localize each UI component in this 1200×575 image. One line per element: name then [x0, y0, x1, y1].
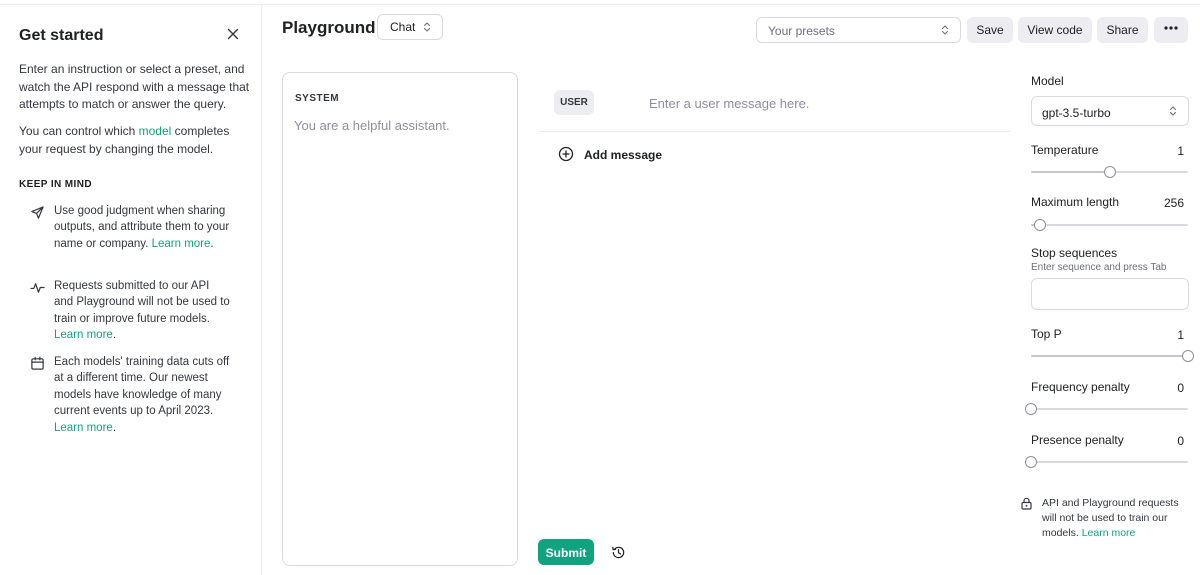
chevron-up-down-icon: [1169, 106, 1177, 116]
slider-fill: [1031, 355, 1188, 357]
system-panel[interactable]: SYSTEM You are a helpful assistant.: [282, 72, 518, 566]
keep-in-mind-heading: KEEP IN MIND: [19, 179, 92, 190]
get-started-sidebar: Get started Enter an instruction or sele…: [0, 5, 262, 575]
top-p-slider[interactable]: [1031, 350, 1194, 362]
max-length-label: Maximum length: [1031, 195, 1120, 209]
slider-thumb[interactable]: [1182, 350, 1194, 362]
calendar-icon: [31, 356, 44, 370]
top-p-label: Top P: [1031, 327, 1062, 341]
stop-sequences-input[interactable]: [1031, 278, 1189, 310]
slider-thumb[interactable]: [1103, 166, 1116, 178]
frequency-penalty-label: Frequency penalty: [1031, 380, 1130, 394]
more-options-button[interactable]: [1154, 17, 1188, 43]
view-code-button[interactable]: View code: [1018, 17, 1092, 43]
tip-body: Requests submitted to our API and Playgr…: [54, 280, 230, 325]
tip-text: Each models' training data cuts off at a…: [54, 354, 230, 436]
activity-icon: [30, 283, 45, 293]
slider-track: [1031, 408, 1188, 410]
page-title: Playground: [282, 18, 376, 37]
sidebar-title: Get started: [19, 27, 104, 44]
model-select[interactable]: gpt-3.5-turbo: [1031, 96, 1189, 126]
max-length-value[interactable]: 256: [1164, 196, 1184, 210]
slider-thumb[interactable]: [1025, 403, 1037, 415]
learn-more-link[interactable]: Learn more: [54, 422, 113, 434]
history-icon[interactable]: [611, 545, 626, 560]
slider-fill: [1031, 171, 1110, 173]
tip-text: Requests submitted to our API and Playgr…: [54, 278, 230, 344]
tip-suffix: .: [112, 421, 117, 434]
system-label: SYSTEM: [295, 93, 340, 104]
save-button[interactable]: Save: [967, 17, 1013, 43]
sidebar-intro: Enter an instruction or select a preset,…: [19, 62, 250, 111]
plus-circle-icon: [558, 146, 574, 162]
tip-text: Use good judgment when sharing outputs, …: [54, 203, 230, 252]
mode-select-value: Chat: [390, 20, 416, 34]
system-input[interactable]: You are a helpful assistant.: [294, 118, 450, 133]
tip-suffix: .: [112, 329, 117, 342]
frequency-penalty-value[interactable]: 0: [1177, 381, 1184, 395]
slider-track: [1031, 461, 1188, 463]
stop-sequences-hint: Enter sequence and press Tab: [1031, 262, 1167, 273]
mode-select[interactable]: Chat: [377, 14, 443, 40]
presets-placeholder: Your presets: [768, 24, 835, 38]
message-row: USER Enter a user message here.: [538, 84, 1011, 132]
frequency-penalty-slider[interactable]: [1025, 403, 1188, 415]
top-p-value[interactable]: 1: [1177, 328, 1184, 342]
temperature-slider[interactable]: [1031, 166, 1188, 178]
slider-thumb[interactable]: [1034, 219, 1047, 231]
user-message-input[interactable]: Enter a user message here.: [649, 96, 809, 111]
role-toggle-button[interactable]: USER: [554, 90, 594, 115]
learn-more-link[interactable]: Learn more: [152, 238, 211, 250]
lock-icon: [1021, 497, 1032, 510]
notice-text: API and Playground requests will not be …: [1042, 496, 1194, 541]
more-dots-icon: [1164, 26, 1178, 30]
model-link[interactable]: model: [139, 124, 172, 138]
model-text-before: You can control which: [19, 124, 139, 138]
max-length-slider[interactable]: [1031, 219, 1188, 231]
presence-penalty-label: Presence penalty: [1031, 433, 1124, 447]
learn-more-link[interactable]: Learn more: [54, 329, 113, 341]
tip-suffix: .: [210, 237, 214, 250]
temperature-label: Temperature: [1031, 143, 1099, 157]
model-label: Model: [1031, 74, 1064, 88]
sidebar-model-paragraph: You can control which model completes yo…: [19, 123, 251, 158]
presence-penalty-value[interactable]: 0: [1177, 434, 1184, 448]
learn-more-link[interactable]: Learn more: [1082, 527, 1136, 539]
submit-button[interactable]: Submit: [538, 539, 594, 565]
chevron-up-down-icon: [423, 22, 431, 32]
stop-sequences-label: Stop sequences: [1031, 246, 1118, 260]
slider-thumb[interactable]: [1025, 456, 1037, 468]
add-message-label: Add message: [584, 148, 663, 162]
chevron-up-down-icon: [941, 25, 949, 35]
slider-track: [1031, 224, 1188, 226]
temperature-value[interactable]: 1: [1177, 144, 1184, 158]
presence-penalty-slider[interactable]: [1025, 456, 1188, 468]
close-icon[interactable]: [224, 25, 242, 43]
presets-select[interactable]: Your presets: [756, 17, 961, 43]
model-select-value: gpt-3.5-turbo: [1042, 106, 1111, 120]
tip-body: Each models' training data cuts off at a…: [54, 356, 230, 418]
share-button[interactable]: Share: [1097, 17, 1148, 43]
send-icon: [31, 206, 44, 219]
